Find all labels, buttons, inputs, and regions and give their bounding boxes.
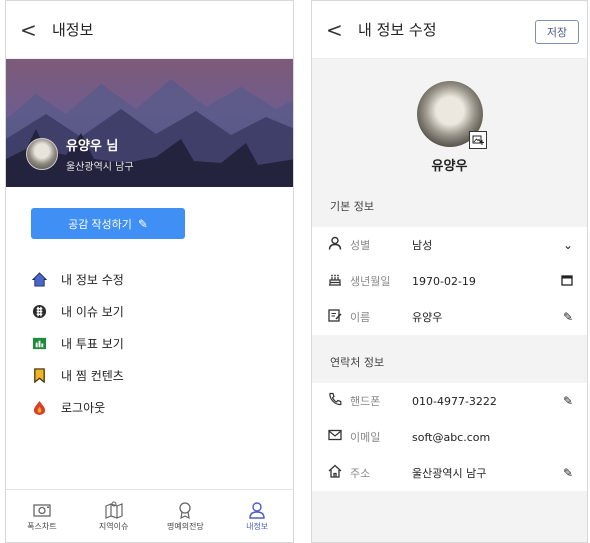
profile-name: 유양우 — [431, 159, 468, 174]
nav-item-local-issues[interactable]: 지역이슈 — [78, 490, 150, 542]
birthdate-value: 1970-02-19 — [412, 274, 476, 288]
name-row[interactable]: 이름 유양우 ✎ — [312, 299, 587, 335]
nav-label: 명예의전당 — [166, 521, 204, 531]
back-icon[interactable]: < — [20, 18, 44, 42]
field-label: 주소 — [350, 467, 371, 480]
pencil-icon[interactable]: ✎ — [563, 466, 573, 480]
user-icon — [247, 501, 267, 521]
menu-item-label: 로그아웃 — [61, 400, 106, 415]
profile-photo-section: 유양우 — [312, 59, 587, 187]
user-name: 유양우 님 — [66, 139, 119, 154]
name-value: 유양우 — [412, 311, 443, 324]
user-location: 울산광역시 남구 — [66, 162, 134, 173]
page-title: 내정보 — [52, 21, 94, 39]
chevron-down-icon[interactable]: ⌄ — [563, 238, 573, 252]
bottom-navigation: 폭스차트 지역이슈 명예의전당 내정보 — [6, 489, 293, 542]
chart-icon — [31, 335, 47, 351]
nav-item-hall-of-fame[interactable]: 명예의전당 — [150, 490, 222, 542]
edit-info-screen: < 내 정보 수정 저장 유양우 기본 정보 성별 남성 ⌄ 생년월일 1970… — [311, 0, 588, 543]
mail-icon — [328, 428, 346, 446]
field-label: 성별 — [350, 239, 371, 252]
pencil-icon[interactable]: ✎ — [563, 310, 573, 324]
phone-row[interactable]: 핸드폰 010-4977-3222 ✎ — [312, 383, 587, 419]
birthdate-row[interactable]: 생년월일 1970-02-19 — [312, 263, 587, 299]
basic-info-card: 성별 남성 ⌄ 생년월일 1970-02-19 이름 유양우 ✎ — [312, 227, 587, 335]
edit-form: 유양우 기본 정보 성별 남성 ⌄ 생년월일 1970-02-19 이름 유양우… — [312, 59, 587, 542]
top-bar: < 내 정보 수정 저장 — [312, 1, 587, 59]
write-button-label: 공감 작성하기 — [68, 218, 132, 231]
my-info-screen: < 내정보 유양우 님 울산광역시 남구 공감 작성하기 ✎ 내 정보 수정 내… — [5, 0, 294, 543]
menu-item-my-issues[interactable]: 내 이슈 보기 — [31, 295, 124, 327]
menu-item-my-bookmarks[interactable]: 내 찜 컨텐츠 — [31, 359, 124, 391]
logout-icon — [31, 399, 47, 415]
save-button[interactable]: 저장 — [535, 20, 579, 44]
calendar-icon[interactable] — [561, 274, 573, 289]
avatar[interactable] — [416, 81, 487, 149]
nav-label: 폭스차트 — [27, 521, 57, 531]
menu-item-logout[interactable]: 로그아웃 — [31, 391, 124, 423]
medal-icon — [175, 501, 195, 521]
section-title-basic: 기본 정보 — [330, 200, 374, 213]
phone-value: 010-4977-3222 — [412, 394, 497, 408]
home-icon — [328, 464, 346, 482]
field-label: 생년월일 — [350, 275, 391, 288]
menu-item-label: 내 정보 수정 — [61, 272, 124, 287]
gender-row[interactable]: 성별 남성 ⌄ — [312, 227, 587, 263]
bookmark-icon — [31, 367, 47, 383]
profile-menu: 내 정보 수정 내 이슈 보기 내 투표 보기 내 찜 컨텐츠 로그아웃 — [31, 263, 124, 423]
nav-item-my-info[interactable]: 내정보 — [221, 490, 293, 542]
cake-icon — [328, 272, 346, 290]
field-label: 핸드폰 — [350, 395, 381, 408]
pencil-icon[interactable]: ✎ — [563, 394, 573, 408]
nav-label: 내정보 — [246, 521, 269, 531]
pencil-icon: ✎ — [137, 216, 148, 231]
camera-icon — [32, 501, 52, 521]
gender-value: 남성 — [412, 239, 433, 252]
section-title-contact: 연락처 정보 — [330, 356, 385, 369]
profile-summary[interactable]: 유양우 님 울산광역시 남구 — [26, 135, 134, 173]
address-value: 울산광역시 남구 — [412, 467, 487, 480]
menu-item-label: 내 투표 보기 — [61, 336, 124, 351]
field-label: 이메일 — [350, 431, 381, 444]
back-icon[interactable]: < — [326, 18, 350, 42]
issue-icon — [31, 303, 47, 319]
menu-item-label: 내 이슈 보기 — [61, 304, 124, 319]
map-icon — [104, 500, 124, 521]
edit-box-icon — [328, 308, 346, 326]
nav-item-foxchart[interactable]: 폭스차트 — [6, 490, 78, 542]
avatar — [26, 138, 58, 170]
phone-icon — [328, 392, 346, 410]
profile-banner: 유양우 님 울산광역시 남구 — [6, 59, 293, 187]
address-row[interactable]: 주소 울산광역시 남구 ✎ — [312, 455, 587, 491]
top-bar: < 내정보 — [6, 1, 293, 59]
contact-info-card: 핸드폰 010-4977-3222 ✎ 이메일 soft@abc.com 주소 … — [312, 383, 587, 491]
person-icon — [328, 236, 346, 254]
email-value: soft@abc.com — [412, 430, 491, 444]
change-photo-icon[interactable] — [468, 131, 487, 149]
page-title: 내 정보 수정 — [358, 21, 437, 39]
write-empathy-button[interactable]: 공감 작성하기 ✎ — [31, 208, 185, 239]
email-row[interactable]: 이메일 soft@abc.com — [312, 419, 587, 455]
menu-item-my-votes[interactable]: 내 투표 보기 — [31, 327, 124, 359]
home-icon — [31, 271, 47, 287]
menu-item-edit-info[interactable]: 내 정보 수정 — [31, 263, 124, 295]
menu-item-label: 내 찜 컨텐츠 — [61, 368, 124, 383]
field-label: 이름 — [350, 311, 371, 324]
nav-label: 지역이슈 — [98, 521, 129, 531]
